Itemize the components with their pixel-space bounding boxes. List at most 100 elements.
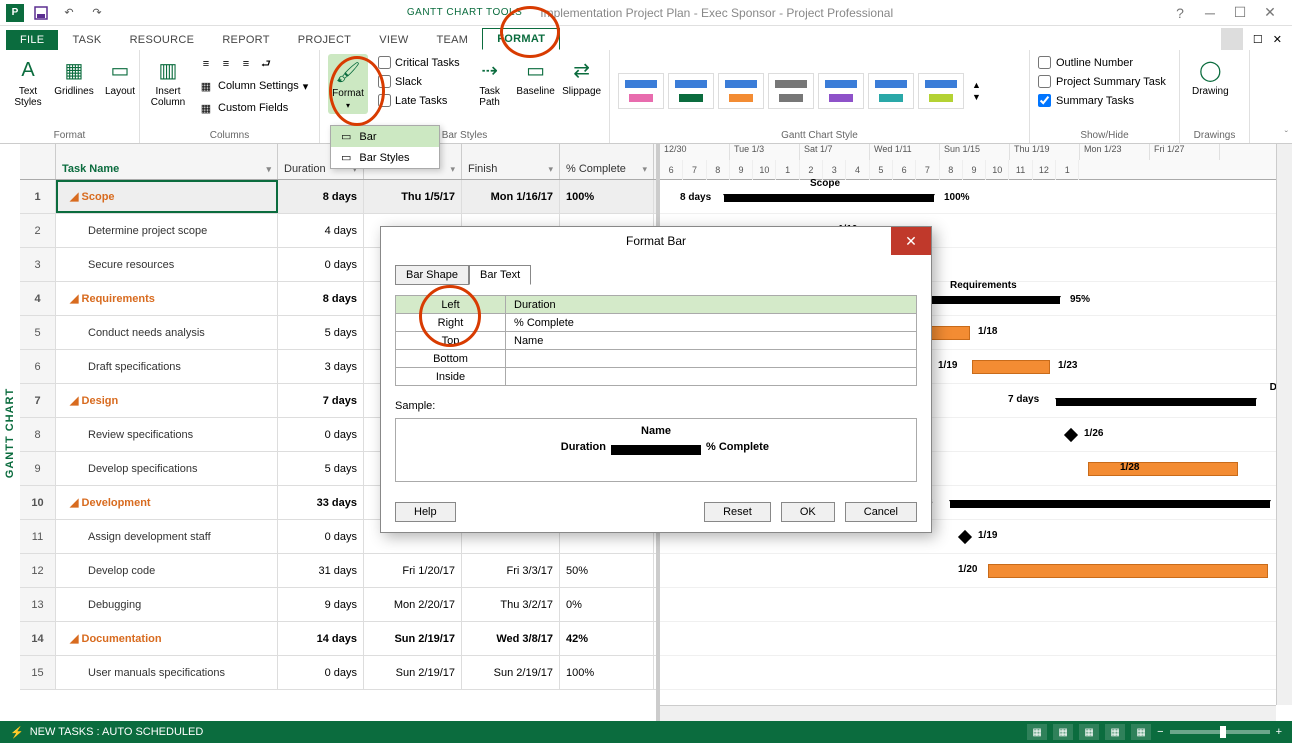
text-styles-button[interactable]: AText Styles xyxy=(8,54,48,110)
table-row[interactable]: 14◢ Documentation14 daysSun 2/19/17Wed 3… xyxy=(20,622,656,656)
row-number[interactable]: 1 xyxy=(20,180,56,213)
zoom-out-icon[interactable]: − xyxy=(1157,726,1163,738)
cell-complete[interactable]: 50% xyxy=(560,554,654,587)
cell-duration[interactable]: 8 days xyxy=(278,282,364,315)
summary-tasks-checkbox[interactable]: Summary Tasks xyxy=(1038,92,1166,109)
table-row[interactable]: 13Debugging9 daysMon 2/20/17Thu 3/2/170% xyxy=(20,588,656,622)
row-number[interactable]: 12 xyxy=(20,554,56,587)
cell-finish[interactable]: Sun 2/19/17 xyxy=(462,656,560,689)
cell-start[interactable]: Sun 2/19/17 xyxy=(364,622,462,655)
cell-duration[interactable]: 0 days xyxy=(278,248,364,281)
late-tasks-checkbox[interactable]: Late Tasks xyxy=(374,92,464,109)
cell-duration[interactable]: 7 days xyxy=(278,384,364,417)
cell-duration[interactable]: 8 days xyxy=(278,180,364,213)
cell-complete[interactable]: 100% xyxy=(560,656,654,689)
view-task-usage-icon[interactable]: ▦ xyxy=(1053,724,1073,740)
style-scroll-up-icon[interactable]: ▲ xyxy=(972,80,981,90)
format-button[interactable]: 🖌Format▾ xyxy=(328,54,368,114)
row-number[interactable]: 13 xyxy=(20,588,56,621)
row-number[interactable]: 5 xyxy=(20,316,56,349)
close-pane-icon[interactable]: ✕ xyxy=(1273,33,1282,46)
cell-duration[interactable]: 5 days xyxy=(278,316,364,349)
cell-duration[interactable]: 0 days xyxy=(278,520,364,553)
col-finish[interactable]: Finish▾ xyxy=(462,144,560,179)
tab-view[interactable]: VIEW xyxy=(365,30,422,50)
outline-number-checkbox[interactable]: Outline Number xyxy=(1038,54,1166,71)
cell-duration[interactable]: 9 days xyxy=(278,588,364,621)
help-button[interactable]: Help xyxy=(395,502,456,522)
gridlines-button[interactable]: ▦Gridlines xyxy=(54,54,94,99)
slack-checkbox[interactable]: Slack xyxy=(374,73,464,90)
row-top-label[interactable]: Top xyxy=(396,332,506,350)
cell-task-name[interactable]: Secure resources xyxy=(56,248,278,281)
cell-finish[interactable]: Wed 3/8/17 xyxy=(462,622,560,655)
row-number[interactable]: 4 xyxy=(20,282,56,315)
cell-duration[interactable]: 3 days xyxy=(278,350,364,383)
collapse-ribbon-icon[interactable]: ˇ xyxy=(1285,130,1288,141)
cell-task-name[interactable]: Draft specifications xyxy=(56,350,278,383)
task-path-button[interactable]: ⇢Task Path xyxy=(470,54,510,110)
col-task-name[interactable]: Task Name▾ xyxy=(56,144,278,179)
cell-duration[interactable]: 5 days xyxy=(278,452,364,485)
maximize-icon[interactable]: ☐ xyxy=(1230,3,1250,23)
cell-task-name[interactable]: Debugging xyxy=(56,588,278,621)
cell-finish[interactable]: Fri 3/3/17 xyxy=(462,554,560,587)
custom-fields-button[interactable]: ▦Custom Fields xyxy=(194,98,312,118)
baseline-button[interactable]: ▭Baseline xyxy=(516,54,556,99)
row-number[interactable]: 3 xyxy=(20,248,56,281)
critical-tasks-checkbox[interactable]: Critical Tasks xyxy=(374,54,464,71)
gantt-style-6[interactable] xyxy=(868,73,914,109)
row-bottom-value[interactable] xyxy=(506,350,917,368)
gantt-style-1[interactable] xyxy=(618,73,664,109)
table-row[interactable]: 15User manuals specifications0 daysSun 2… xyxy=(20,656,656,690)
cell-task-name[interactable]: User manuals specifications xyxy=(56,656,278,689)
horizontal-scrollbar[interactable] xyxy=(660,705,1276,721)
table-row[interactable]: 12Develop code31 daysFri 1/20/17Fri 3/3/… xyxy=(20,554,656,588)
ok-button[interactable]: OK xyxy=(781,502,835,522)
zoom-slider[interactable] xyxy=(1170,730,1270,734)
cell-task-name[interactable]: Conduct needs analysis xyxy=(56,316,278,349)
cell-start[interactable]: Mon 2/20/17 xyxy=(364,588,462,621)
cell-task-name[interactable]: Review specifications xyxy=(56,418,278,451)
tab-bar-text[interactable]: Bar Text xyxy=(469,265,531,285)
view-resource-sheet-icon[interactable]: ▦ xyxy=(1105,724,1125,740)
slippage-button[interactable]: ⇄Slippage xyxy=(562,54,602,99)
insert-column-button[interactable]: ▥Insert Column xyxy=(148,54,188,110)
save-icon[interactable] xyxy=(30,2,52,24)
minimize-icon[interactable]: ─ xyxy=(1200,3,1220,23)
cell-task-name[interactable]: ◢ Scope xyxy=(56,180,278,213)
redo-icon[interactable]: ↷ xyxy=(86,2,108,24)
row-number[interactable]: 14 xyxy=(20,622,56,655)
cell-duration[interactable]: 4 days xyxy=(278,214,364,247)
cell-task-name[interactable]: Develop specifications xyxy=(56,452,278,485)
row-bottom-label[interactable]: Bottom xyxy=(396,350,506,368)
dialog-close-button[interactable]: ✕ xyxy=(891,227,931,255)
cell-finish[interactable]: Thu 3/2/17 xyxy=(462,588,560,621)
gantt-style-3[interactable] xyxy=(718,73,764,109)
row-number[interactable]: 9 xyxy=(20,452,56,485)
cell-start[interactable]: Fri 1/20/17 xyxy=(364,554,462,587)
col-complete[interactable]: % Complete▾ xyxy=(560,144,654,179)
task-bar[interactable] xyxy=(972,360,1050,374)
view-gantt-icon[interactable]: ▦ xyxy=(1027,724,1047,740)
summary-bar[interactable] xyxy=(724,194,934,202)
cell-task-name[interactable]: ◢ Development xyxy=(56,486,278,519)
cell-start[interactable]: Sun 2/19/17 xyxy=(364,656,462,689)
row-number[interactable]: 15 xyxy=(20,656,56,689)
tab-format[interactable]: FORMAT xyxy=(482,28,560,50)
cell-task-name[interactable]: Develop code xyxy=(56,554,278,587)
cell-complete[interactable]: 100% xyxy=(560,180,654,213)
cell-duration[interactable]: 0 days xyxy=(278,656,364,689)
cell-start[interactable]: Thu 1/5/17 xyxy=(364,180,462,213)
task-bar[interactable] xyxy=(1088,462,1238,476)
tab-task[interactable]: TASK xyxy=(58,30,115,50)
row-number[interactable]: 10 xyxy=(20,486,56,519)
table-row[interactable]: 1◢ Scope8 daysThu 1/5/17Mon 1/16/17100% xyxy=(20,180,656,214)
row-top-value[interactable]: Name xyxy=(506,332,917,350)
zoom-in-icon[interactable]: + xyxy=(1276,726,1282,738)
task-bar[interactable] xyxy=(988,564,1268,578)
menu-item-bar[interactable]: ▭Bar xyxy=(331,126,439,147)
help-icon[interactable]: ? xyxy=(1170,3,1190,23)
project-summary-checkbox[interactable]: Project Summary Task xyxy=(1038,73,1166,90)
gantt-style-5[interactable] xyxy=(818,73,864,109)
